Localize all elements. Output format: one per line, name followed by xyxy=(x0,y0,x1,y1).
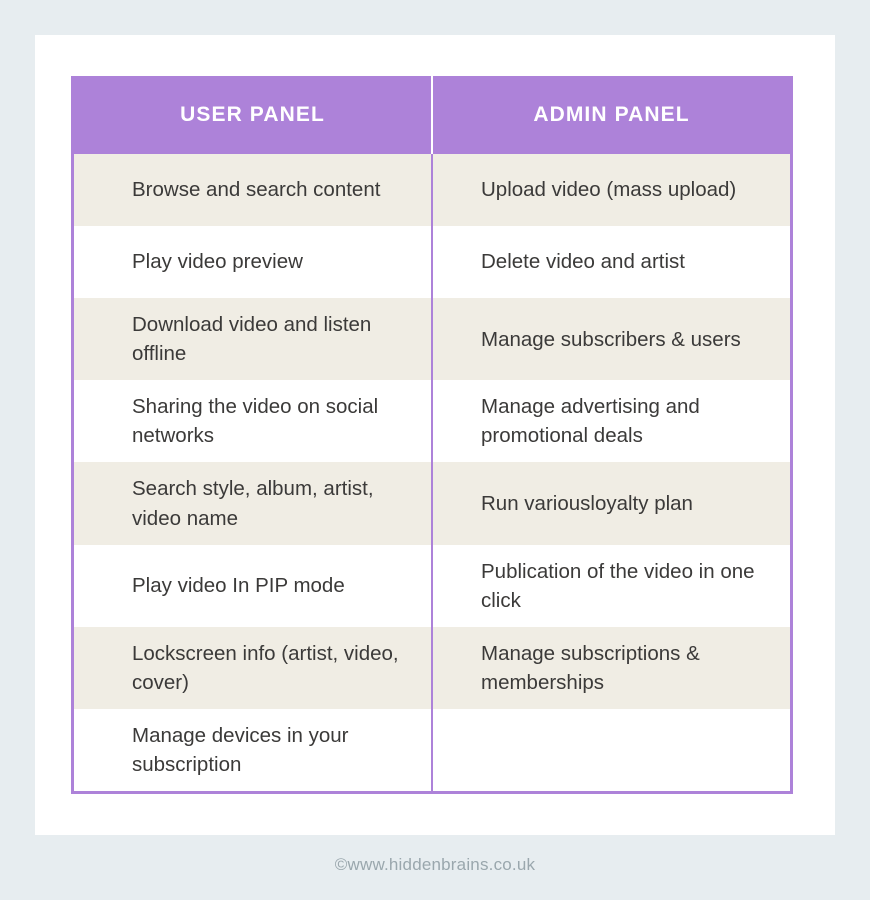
user-panel-cell: Download video and listen offline xyxy=(74,298,432,381)
table-row: Search style, album, artist, video name … xyxy=(74,462,790,545)
admin-panel-cell: Manage subscriptions & memberships xyxy=(432,626,790,710)
user-panel-cell-text: Search style, album, artist, video name xyxy=(132,477,374,530)
admin-panel-cell-text: Upload video (mass upload) xyxy=(481,178,737,202)
user-panel-cell: Browse and search content xyxy=(74,154,432,226)
user-vs-admin-panel-table: USER PANEL ADMIN PANEL Browse and search… xyxy=(71,76,793,795)
user-panel-cell-text: Browse and search content xyxy=(132,178,381,202)
column-header-admin-panel: ADMIN PANEL xyxy=(432,76,790,154)
user-panel-cell-text: Play video In PIP mode xyxy=(132,574,345,598)
admin-panel-cell: Manage subscribers & users xyxy=(432,298,790,381)
user-panel-cell: Search style, album, artist, video name xyxy=(74,462,432,545)
user-panel-cell: Sharing the video on social networks xyxy=(74,380,432,463)
table-row: Play video preview Delete video and arti… xyxy=(74,226,790,298)
admin-panel-cell-text: Publication of the video in one click xyxy=(481,559,755,612)
user-panel-cell: Manage devices in your subscription xyxy=(74,709,432,792)
admin-panel-cell: Upload video (mass upload) xyxy=(432,154,790,226)
user-panel-cell: Play video In PIP mode xyxy=(74,544,432,627)
column-header-user-panel: USER PANEL xyxy=(74,76,432,154)
admin-panel-cell: Run variousloyalty plan xyxy=(432,462,790,545)
table-body: Browse and search content Upload video (… xyxy=(74,154,790,792)
user-panel-cell: Play video preview xyxy=(74,226,432,298)
user-panel-cell: Lockscreen info (artist, video, cover) xyxy=(74,626,432,710)
admin-panel-cell: Publication of the video in one click xyxy=(432,544,790,627)
comparison-table-page: USER PANEL ADMIN PANEL Browse and search… xyxy=(0,0,870,900)
admin-panel-cell: Delete video and artist xyxy=(432,226,790,298)
table-row: Manage devices in your subscription xyxy=(74,709,790,792)
table-row: Lockscreen info (artist, video, cover) M… xyxy=(74,626,790,710)
admin-panel-cell-text: Run variousloyalty plan xyxy=(481,491,693,515)
admin-panel-cell-empty xyxy=(432,709,790,792)
user-panel-cell-text: Manage devices in your subscription xyxy=(132,724,349,777)
user-panel-cell-text: Download video and listen offline xyxy=(132,313,372,366)
user-panel-cell-text: Lockscreen info (artist, video, cover) xyxy=(132,641,399,694)
admin-panel-cell-text: Manage subscriptions & memberships xyxy=(481,641,700,694)
footer-credit: ©www.hiddenbrains.co.uk xyxy=(334,855,536,874)
admin-panel-cell-text: Manage advertising and promotional deals xyxy=(481,395,700,448)
user-panel-cell-text: Play video preview xyxy=(132,250,303,274)
table-row: Download video and listen offline Manage… xyxy=(74,298,790,381)
admin-panel-cell-text: Manage subscribers & users xyxy=(481,327,741,351)
table-header-row: USER PANEL ADMIN PANEL xyxy=(71,76,793,154)
content-card: USER PANEL ADMIN PANEL Browse and search… xyxy=(35,35,835,835)
table-row: Browse and search content Upload video (… xyxy=(74,154,790,226)
user-panel-cell-text: Sharing the video on social networks xyxy=(132,395,379,448)
admin-panel-cell: Manage advertising and promotional deals xyxy=(432,380,790,463)
table-row: Play video In PIP mode Publication of th… xyxy=(74,544,790,627)
table-row: Sharing the video on social networks Man… xyxy=(74,380,790,463)
admin-panel-cell-text: Delete video and artist xyxy=(481,250,685,274)
